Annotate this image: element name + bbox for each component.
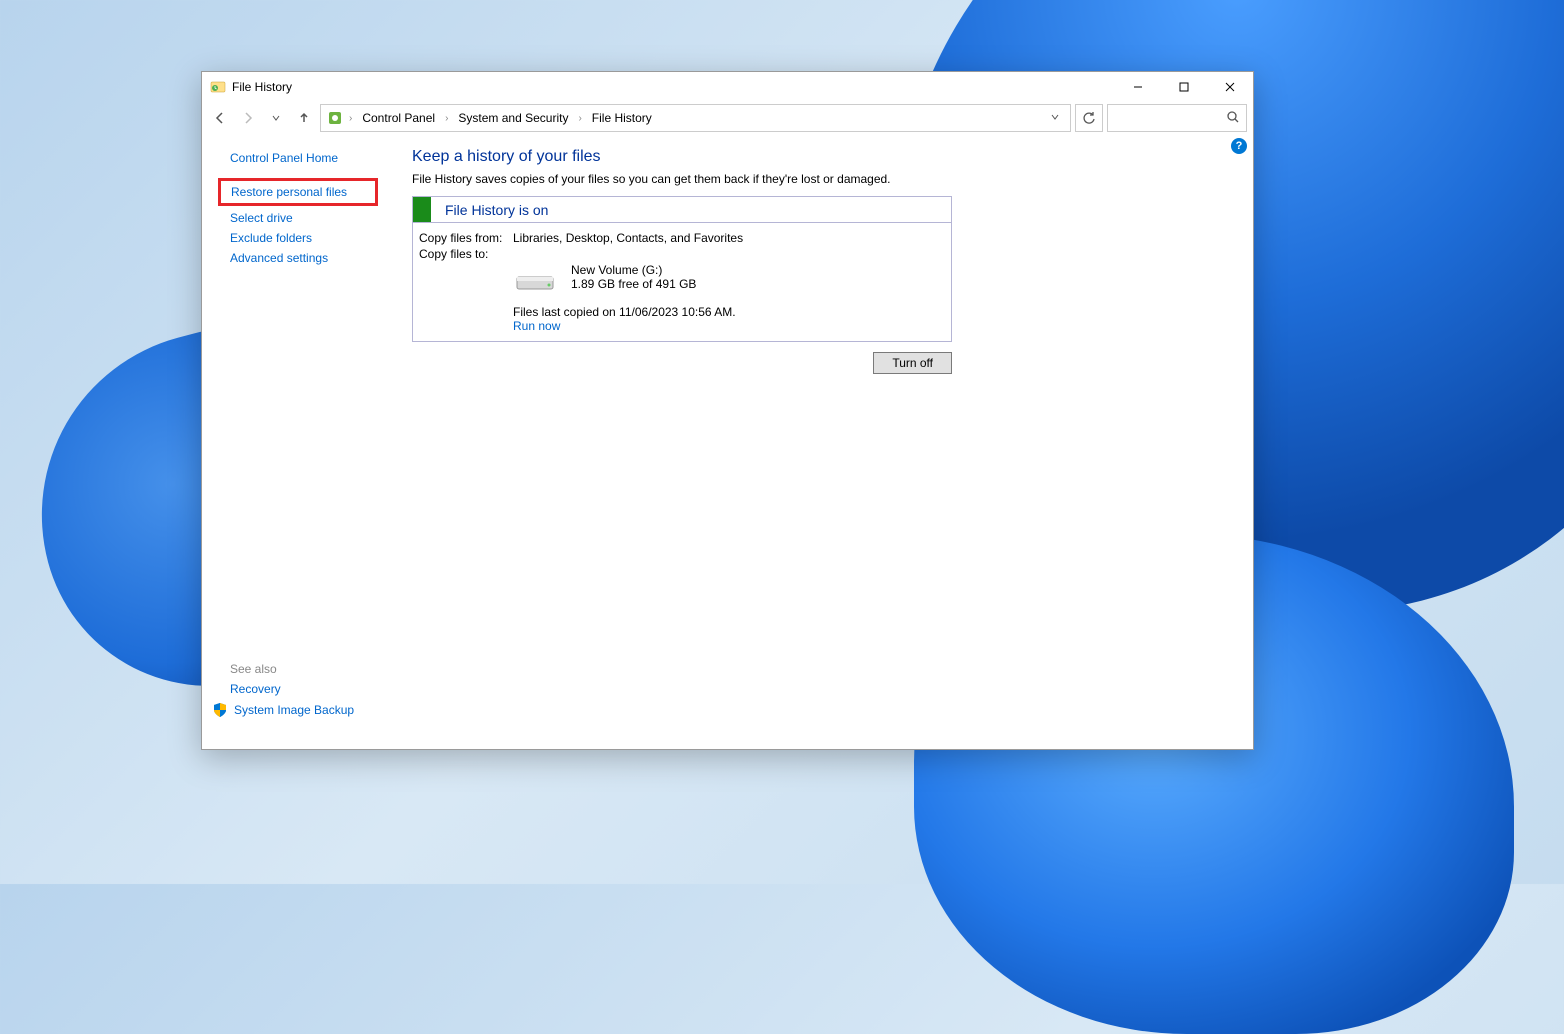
close-button[interactable] <box>1207 72 1253 102</box>
help-button[interactable]: ? <box>1231 138 1247 154</box>
sidebar-advanced-settings[interactable]: Advanced settings <box>202 248 384 268</box>
status-box: File History is on Copy files from: Libr… <box>412 196 952 342</box>
maximize-button[interactable] <box>1161 72 1207 102</box>
drive-space: 1.89 GB free of 491 GB <box>571 277 696 291</box>
copy-from-value: Libraries, Desktop, Contacts, and Favori… <box>513 231 743 245</box>
breadcrumb-item[interactable]: File History <box>588 109 656 127</box>
up-button[interactable] <box>292 106 316 130</box>
page-description: File History saves copies of your files … <box>412 172 1243 186</box>
sidebar: Control Panel Home Restore personal file… <box>202 134 384 749</box>
chevron-right-icon[interactable]: › <box>445 113 448 124</box>
status-title: File History is on <box>431 202 548 218</box>
sidebar-select-drive[interactable]: Select drive <box>202 208 384 228</box>
main-content: ? Keep a history of your files File Hist… <box>384 134 1253 749</box>
search-input[interactable] <box>1107 104 1247 132</box>
run-now-link[interactable]: Run now <box>513 319 560 333</box>
forward-button[interactable] <box>236 106 260 130</box>
page-heading: Keep a history of your files <box>412 148 1243 166</box>
address-dropdown[interactable] <box>1046 111 1064 125</box>
last-copied-text: Files last copied on 11/06/2023 10:56 AM… <box>513 305 945 319</box>
sidebar-recovery-link[interactable]: Recovery <box>202 679 384 699</box>
chevron-right-icon[interactable]: › <box>578 113 581 124</box>
sidebar-exclude-folders[interactable]: Exclude folders <box>202 228 384 248</box>
sidebar-system-image-backup[interactable]: System Image Backup <box>234 703 354 717</box>
control-panel-icon <box>327 110 343 126</box>
file-history-icon <box>210 79 226 95</box>
breadcrumb-item[interactable]: System and Security <box>454 109 572 127</box>
search-icon <box>1226 110 1240 127</box>
see-also-label: See also <box>202 659 384 679</box>
back-button[interactable] <box>208 106 232 130</box>
chevron-right-icon[interactable]: › <box>349 113 352 124</box>
minimize-button[interactable] <box>1115 72 1161 102</box>
shield-icon <box>212 702 228 718</box>
copy-from-label: Copy files from: <box>419 231 513 245</box>
drive-name: New Volume (G:) <box>571 263 696 277</box>
navigation-bar: › Control Panel › System and Security › … <box>202 102 1253 134</box>
status-indicator-on <box>413 197 431 222</box>
refresh-button[interactable] <box>1075 104 1103 132</box>
drive-icon <box>513 267 557 295</box>
turn-off-button[interactable]: Turn off <box>873 352 952 374</box>
sidebar-restore-personal-files[interactable]: Restore personal files <box>218 178 378 206</box>
breadcrumb-item[interactable]: Control Panel <box>358 109 439 127</box>
address-bar[interactable]: › Control Panel › System and Security › … <box>320 104 1071 132</box>
titlebar[interactable]: File History <box>202 72 1253 102</box>
file-history-window: File History › Control Panel › System an… <box>201 71 1254 750</box>
copy-to-label: Copy files to: <box>419 247 513 261</box>
window-title: File History <box>232 80 292 94</box>
recent-dropdown[interactable] <box>264 106 288 130</box>
control-panel-home-link[interactable]: Control Panel Home <box>202 148 384 168</box>
